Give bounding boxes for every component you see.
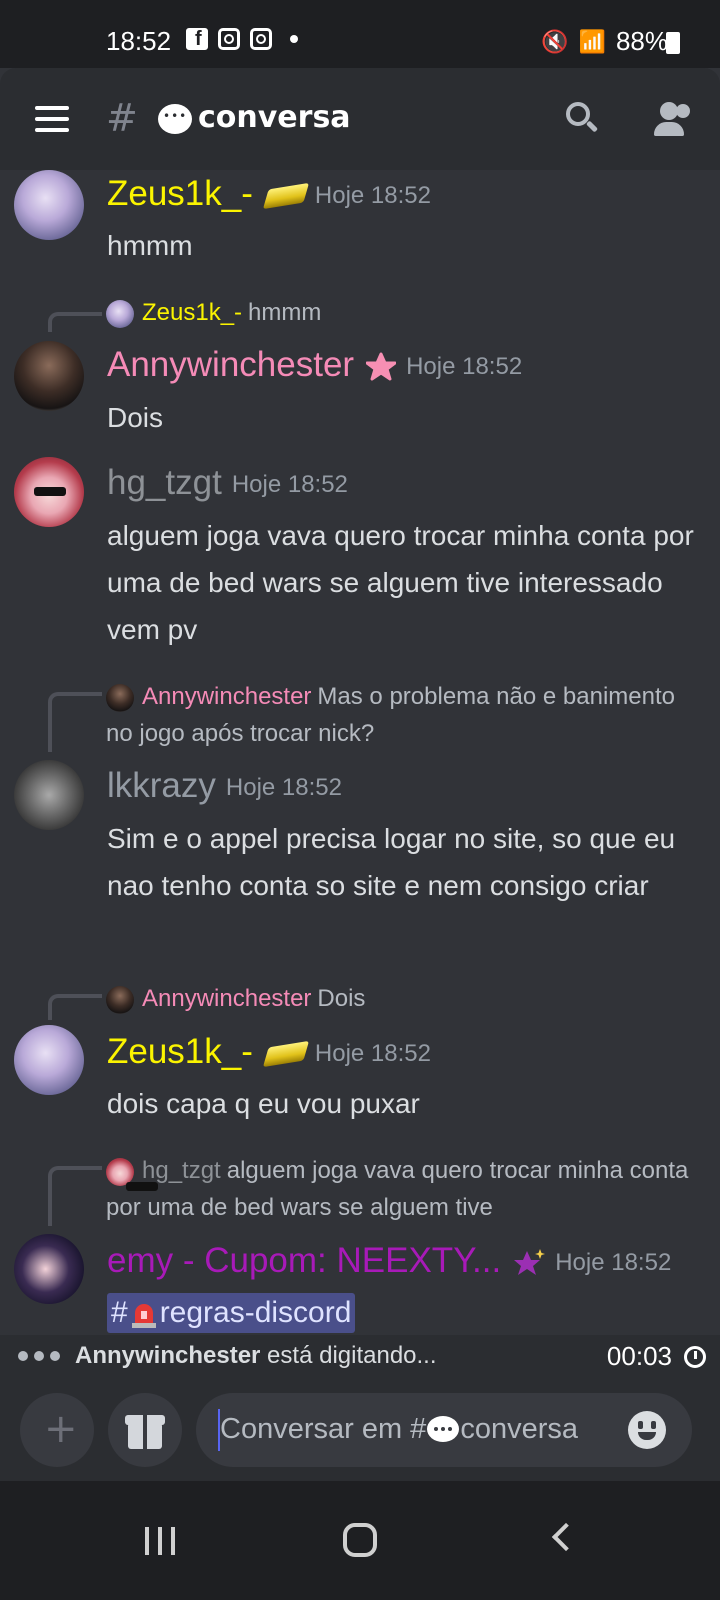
hash-icon: # [106,96,138,140]
home-icon[interactable] [343,1523,377,1557]
reply-connector [48,692,102,752]
emoji-icon[interactable] [628,1411,666,1449]
instagram-icon [218,28,240,50]
pink-flower-icon [366,352,397,381]
composer-bar: + Conversar em # conversa [0,1379,720,1481]
dot-icon [290,35,298,43]
typing-suffix: está digitando... [260,1342,437,1369]
gold-ingot-icon [262,182,310,209]
placeholder-prefix: Conversar em # [220,1413,427,1445]
author-name[interactable]: Zeus1k_- [107,174,253,213]
avatar [106,985,134,1014]
placeholder-channel: conversa [460,1413,578,1445]
author-name[interactable]: Annywinchester [107,345,354,384]
reply-author: Zeus1k_- [142,299,243,326]
reply-preview[interactable]: Annywinchester Mas o problema não e banim… [106,678,696,752]
channel-header: # conversa [0,68,720,170]
avatar[interactable] [14,457,84,527]
back-icon[interactable] [551,1522,581,1552]
message-input[interactable]: Conversar em # conversa [196,1393,692,1467]
typing-indicator: Annywinchester está digitando... 00:03 [0,1335,720,1379]
notification-icons [186,28,298,51]
message-text: Sim e o appel precisa logar no site, so … [107,823,676,901]
purple-star-icon [514,1248,546,1275]
mention-hash: # [111,1296,128,1329]
reply-author: Annywinchester [142,683,312,710]
reply-author: Annywinchester [142,985,312,1012]
add-attachment-button[interactable]: + [20,1393,94,1467]
typing-text: Annywinchester está digitando... [75,1342,437,1370]
mute-icon: 🔇 [541,28,569,54]
system-icons: 🔇 📶 88% [541,26,668,57]
message-timestamp: Hoje 18:52 [225,773,342,801]
message-author[interactable]: hg_tzgt Hoje 18:52 [107,463,348,503]
message-author[interactable]: emy - Cupom: NEEXTY... Hoje 18:52 [107,1241,671,1281]
plus-icon: + [44,1406,78,1452]
message-text: Dois [107,402,164,433]
avatar [106,1157,134,1186]
input-placeholder: Conversar em # conversa [220,1413,578,1446]
menu-icon[interactable] [35,106,69,132]
gold-ingot-icon [262,1040,310,1067]
channel-mention[interactable]: # regras-discord [107,1293,356,1333]
message-author[interactable]: Zeus1k_- Hoje 18:52 [107,174,431,214]
reply-author: hg_tzgt [142,1157,221,1184]
message-author[interactable]: lkkrazy Hoje 18:52 [107,766,342,806]
avatar[interactable] [14,1234,84,1304]
wifi-icon: 📶 [578,28,606,54]
message-content: # regras-discord [107,1289,697,1336]
members-icon[interactable] [652,102,692,136]
message-list[interactable]: Zeus1k_- Hoje 18:52 hmmm Zeus1k_- hmmm Ann… [0,170,720,1360]
reply-preview[interactable]: Annywinchester Dois [106,980,696,1017]
reply-preview[interactable]: Zeus1k_- hmmm [106,294,696,331]
instagram-icon [250,28,272,50]
siren-icon [131,1304,156,1329]
avatar[interactable] [14,170,84,240]
status-time: 18:52 [106,26,172,56]
gift-button[interactable] [108,1393,182,1467]
battery-level: 88% [615,26,668,56]
battery-icon [666,32,680,54]
status-bar: 18:52 🔇 📶 88% [0,0,720,68]
message-timestamp: Hoje 18:52 [231,470,348,498]
author-name[interactable]: Zeus1k_- [107,1032,253,1071]
avatar[interactable] [14,1025,84,1095]
slowmode-timer: 00:03 [606,1341,672,1371]
avatar[interactable] [14,760,84,830]
typing-dots-icon [18,1351,60,1361]
message-author[interactable]: Zeus1k_- Hoje 18:52 [107,1032,431,1072]
avatar [106,299,134,328]
speech-bubble-icon [158,104,192,134]
timer-icon [684,1346,706,1368]
channel-title[interactable]: conversa [198,100,351,135]
message-timestamp: Hoje 18:52 [406,352,523,380]
message-timestamp: Hoje 18:52 [314,1039,431,1067]
facebook-icon [186,28,208,51]
reply-connector [48,1166,102,1226]
mention-channel-name: regras-discord [159,1296,352,1329]
avatar[interactable] [14,341,84,411]
author-name[interactable]: hg_tzgt [107,463,222,502]
search-icon[interactable] [566,102,599,133]
message-text: alguem joga vava quero trocar minha cont… [107,520,694,645]
system-nav-bar [0,1481,720,1600]
reply-preview[interactable]: hg_tzgt alguem joga vava quero trocar min… [106,1152,696,1226]
reply-connector [48,312,102,332]
message-text: dois capa q eu vou puxar [107,1088,420,1119]
reply-text: Dois [317,985,366,1012]
message-author[interactable]: Annywinchester Hoje 18:52 [107,345,522,385]
typing-user: Annywinchester [75,1342,261,1369]
message-timestamp: Hoje 18:52 [314,181,431,209]
message-text: hmmm [107,230,193,261]
speech-bubble-icon [427,1416,460,1443]
avatar [106,683,134,712]
recents-icon[interactable] [145,1527,175,1555]
author-name[interactable]: emy - Cupom: NEEXTY... [107,1241,501,1280]
reply-connector [48,994,102,1020]
message-timestamp: Hoje 18:52 [555,1248,672,1276]
author-name[interactable]: lkkrazy [107,766,216,805]
reply-text: hmmm [248,299,322,326]
